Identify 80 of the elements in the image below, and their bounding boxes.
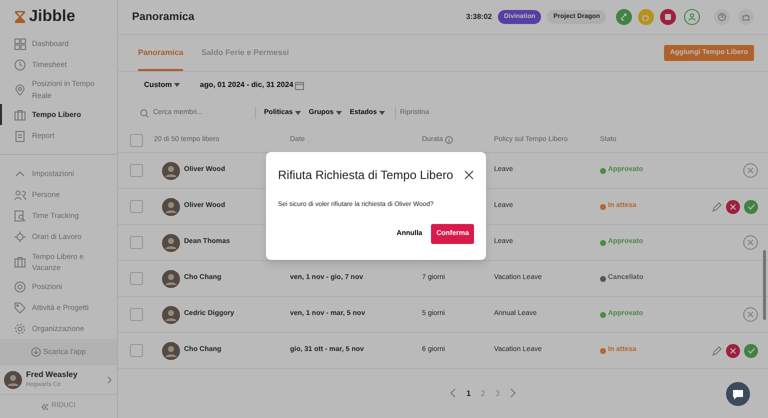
row-checkbox[interactable]	[130, 308, 143, 321]
caret-down-icon	[294, 111, 301, 115]
tab[interactable]: Panoramica	[138, 36, 184, 70]
avatar-icon	[162, 198, 180, 216]
switch-activity-button[interactable]	[616, 9, 632, 25]
chevron-right-icon	[107, 376, 113, 384]
approve-button[interactable]	[744, 200, 758, 214]
tab[interactable]: Saldo Ferie e Permessi	[201, 36, 289, 70]
cancel-request-button[interactable]	[743, 235, 758, 250]
close-icon	[464, 170, 474, 180]
row-checkbox[interactable]	[130, 344, 143, 357]
x-icon	[730, 204, 736, 210]
coffee-cup-icon	[642, 13, 650, 21]
avatar-icon	[162, 270, 180, 288]
integrations-button[interactable]	[738, 9, 754, 25]
dialog-title: Rifiuta Richiesta di Tempo Libero	[278, 167, 454, 184]
page-button[interactable]: 1	[462, 388, 475, 400]
hourglass-logo-icon	[14, 10, 26, 24]
close-button[interactable]	[464, 170, 474, 180]
download-icon	[31, 346, 42, 357]
location-target-icon	[14, 280, 26, 293]
row-checkbox[interactable]	[130, 200, 143, 213]
chat-bubble-icon	[732, 388, 744, 400]
checkmark-icon	[748, 348, 754, 354]
circled-x-icon	[743, 235, 758, 250]
avatar-icon	[4, 370, 22, 389]
user-name: Fred Weasley	[26, 369, 78, 382]
row-checkbox[interactable]	[130, 164, 143, 177]
row-checkbox[interactable]	[130, 272, 143, 285]
person-icon	[688, 13, 696, 21]
page-button[interactable]: 3	[491, 388, 504, 400]
approve-button[interactable]	[744, 344, 758, 358]
clock-icon	[14, 58, 26, 70]
magnifier-document-icon	[14, 210, 26, 222]
chevron-right-icon	[510, 388, 516, 398]
edit-button[interactable]	[712, 346, 722, 356]
row-checkbox[interactable]	[130, 236, 143, 249]
break-button[interactable]	[638, 9, 654, 25]
location-pin-icon	[14, 84, 26, 96]
edit-button[interactable]	[712, 202, 722, 212]
grid-icon	[14, 38, 26, 50]
pencil-icon	[712, 202, 722, 212]
select-all-checkbox[interactable]	[130, 134, 143, 146]
stop-square-icon	[665, 14, 671, 20]
cancel-request-button[interactable]	[743, 163, 758, 178]
swap-arrows-icon	[620, 13, 628, 21]
search-icon	[140, 108, 149, 118]
page-button[interactable]: 2	[476, 388, 490, 400]
info-icon	[445, 136, 454, 144]
chevron-left-icon	[450, 388, 456, 398]
avatar-icon	[162, 162, 180, 180]
people-icon	[14, 188, 26, 201]
checkmark-icon	[748, 204, 754, 210]
circled-x-icon	[743, 163, 758, 178]
avatar-icon	[162, 234, 180, 252]
chat-button[interactable]	[726, 382, 750, 406]
pencil-icon	[712, 346, 722, 356]
reject-button[interactable]	[726, 200, 740, 214]
double-chevron-left-icon	[41, 402, 50, 411]
briefcase-icon	[14, 108, 26, 121]
circled-x-icon	[743, 307, 758, 322]
caret-down-icon	[378, 111, 385, 115]
reject-button[interactable]	[726, 344, 740, 358]
cancel-request-button[interactable]	[743, 307, 758, 322]
avatar-icon	[162, 306, 180, 324]
logo-text: Jibble	[29, 6, 76, 26]
avatar-icon	[162, 342, 180, 360]
caret-down-icon	[174, 83, 180, 87]
tag-icon	[14, 302, 26, 314]
user-status-button[interactable]	[684, 9, 700, 25]
page-title: Panoramica	[132, 10, 196, 25]
caret-down-icon	[336, 111, 342, 115]
briefcase-icon	[14, 256, 26, 268]
stop-button[interactable]	[660, 9, 676, 25]
clipboard-icon	[14, 130, 26, 142]
help-button[interactable]	[714, 9, 730, 25]
calendar-icon	[295, 80, 304, 90]
question-mark-icon	[718, 13, 726, 21]
scrollbar-thumb	[763, 250, 766, 320]
x-icon	[730, 348, 736, 354]
